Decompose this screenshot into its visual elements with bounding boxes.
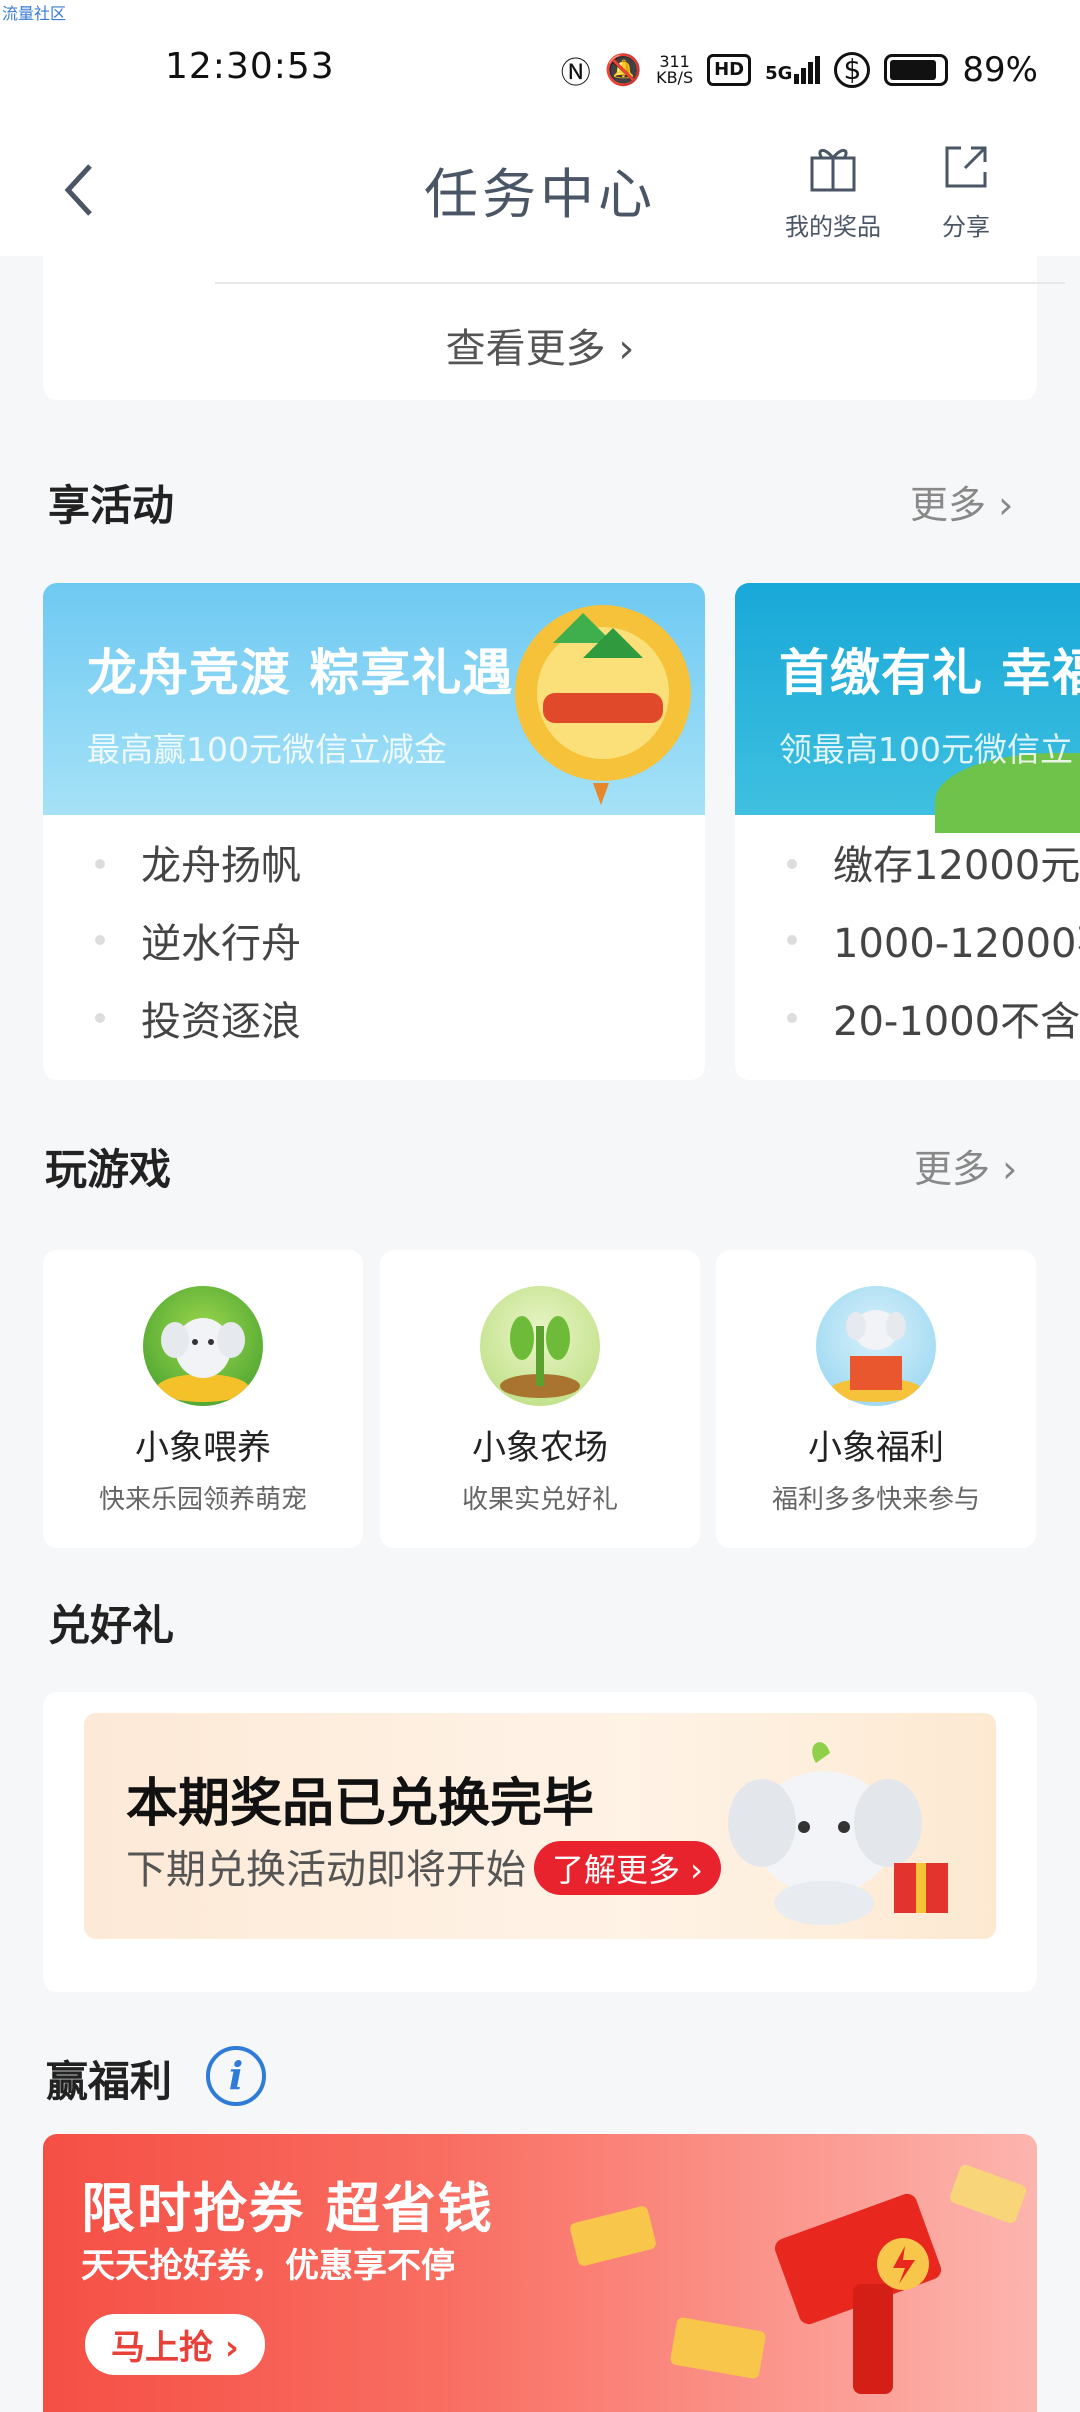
share-icon (922, 140, 1010, 207)
corner-tag: 流量社区 (2, 4, 67, 23)
game-card-farm[interactable]: 小象农场 收果实兑好礼 (380, 1250, 700, 1548)
game-desc: 快来乐园领养萌宠 (98, 1485, 307, 1515)
divider (215, 282, 1065, 284)
coupon-banner-title: 限时抢券 超省钱 (81, 2177, 494, 2240)
coupon-banner[interactable]: 限时抢券 超省钱 天天抢好券，优惠享不停 马上抢 › (43, 2134, 1037, 2412)
section-title-activities: 享活动 (48, 481, 175, 530)
activity-card-dragon-boat[interactable]: 龙舟竞渡 粽享礼遇 最高赢100元微信立减金 龙舟扬帆 逆水行舟 投资逐浪 (43, 583, 705, 1080)
game-desc: 收果实兑好礼 (461, 1485, 618, 1515)
grab-now-button[interactable]: 马上抢 › (85, 2314, 265, 2375)
share-label: 分享 (942, 213, 990, 241)
activity-step: 1000-12000不 (833, 921, 1080, 967)
dragon-boat-illustration (515, 605, 691, 805)
task-list-card: 查看更多 › (43, 256, 1065, 400)
section-title-games: 玩游戏 (45, 1145, 172, 1194)
game-name: 小象农场 (472, 1428, 608, 1468)
shield-icon: $ (834, 52, 871, 88)
elephant-mascot-illustration (728, 1742, 948, 1925)
step-dot (95, 935, 105, 945)
activity-title: 龙舟竞渡 粽享礼遇 (87, 644, 514, 702)
redeem-banner-subtitle: 下期兑换活动即将开始 (126, 1847, 526, 1893)
nfc-icon: Ⓝ (560, 56, 591, 91)
activity-step: 龙舟扬帆 (141, 843, 301, 889)
activity-card-first-deposit[interactable]: 首缴有礼 幸福 领最高100元微信立 缴存12000元 1000-12000不 … (735, 583, 1080, 1080)
activity-step: 20-1000不含 (833, 999, 1080, 1045)
activity-step: 投资逐浪 (141, 999, 301, 1045)
game-name: 小象福利 (808, 1428, 944, 1468)
step-dot (95, 1013, 105, 1023)
page-title: 任务中心 (424, 163, 656, 226)
mute-icon: 🔕 (604, 52, 643, 88)
coupon-banner-subtitle: 天天抢好券，优惠享不停 (81, 2246, 455, 2286)
net-speed: 311 KB/S (656, 52, 694, 87)
section-title-benefits: 赢福利 (46, 2057, 173, 2106)
signal-icon: 5G (765, 56, 821, 84)
game-desc: 福利多多快来参与 (771, 1485, 980, 1515)
section-title-redeem: 兑好礼 (48, 1601, 175, 1650)
learn-more-button[interactable]: 了解更多 › (534, 1841, 721, 1895)
games-more-link[interactable]: 更多 › (914, 1138, 1017, 1193)
step-dot (787, 859, 797, 869)
activity-banner: 龙舟竞渡 粽享礼遇 最高赢100元微信立减金 (43, 583, 705, 815)
my-prizes-button[interactable]: 我的奖品 (778, 140, 888, 242)
activities-more-link[interactable]: 更多 › (910, 474, 1013, 529)
see-more-link[interactable]: 查看更多 › (43, 316, 1037, 374)
activity-step: 逆水行舟 (141, 921, 301, 967)
game-name: 小象喂养 (135, 1428, 271, 1468)
elephant-icon (143, 1286, 263, 1406)
game-card-feeding[interactable]: 小象喂养 快来乐园领养萌宠 (43, 1250, 363, 1548)
step-dot (95, 859, 105, 869)
hd-icon: HD (707, 54, 752, 86)
activity-step: 缴存12000元 (833, 843, 1080, 889)
sprout-icon (480, 1286, 600, 1406)
redeem-banner-title: 本期奖品已兑换完毕 (126, 1774, 595, 1834)
signal-label: 5G (765, 63, 793, 84)
battery-percent: 89% (962, 50, 1038, 90)
status-bar: 流量社区 12:30:53 Ⓝ 🔕 311 KB/S HD 5G $ 89% (0, 0, 1080, 130)
app-header: 任务中心 我的奖品 分享 (0, 130, 1080, 256)
my-prizes-label: 我的奖品 (785, 213, 881, 241)
info-icon[interactable]: i (206, 2046, 266, 2106)
gift-elephant-icon (816, 1286, 936, 1406)
redeem-banner[interactable]: 本期奖品已兑换完毕 下期兑换活动即将开始 了解更多 › (84, 1713, 996, 1939)
status-icons: Ⓝ 🔕 311 KB/S HD 5G $ 89% (561, 48, 1038, 92)
coupon-gun-illustration (570, 2164, 1027, 2394)
status-time: 12:30:53 (165, 46, 335, 87)
step-dot (787, 935, 797, 945)
activity-subtitle: 领最高100元微信立 (779, 730, 1073, 769)
activity-subtitle: 最高赢100元微信立减金 (87, 730, 447, 769)
step-dot (787, 1013, 797, 1023)
activity-title: 首缴有礼 幸福 (779, 644, 1080, 702)
battery-icon (884, 54, 949, 86)
gift-icon (778, 140, 888, 207)
game-card-welfare[interactable]: 小象福利 福利多多快来参与 (716, 1250, 1036, 1548)
activity-banner: 首缴有礼 幸福 领最高100元微信立 (735, 583, 1080, 833)
share-button[interactable]: 分享 (922, 140, 1010, 242)
